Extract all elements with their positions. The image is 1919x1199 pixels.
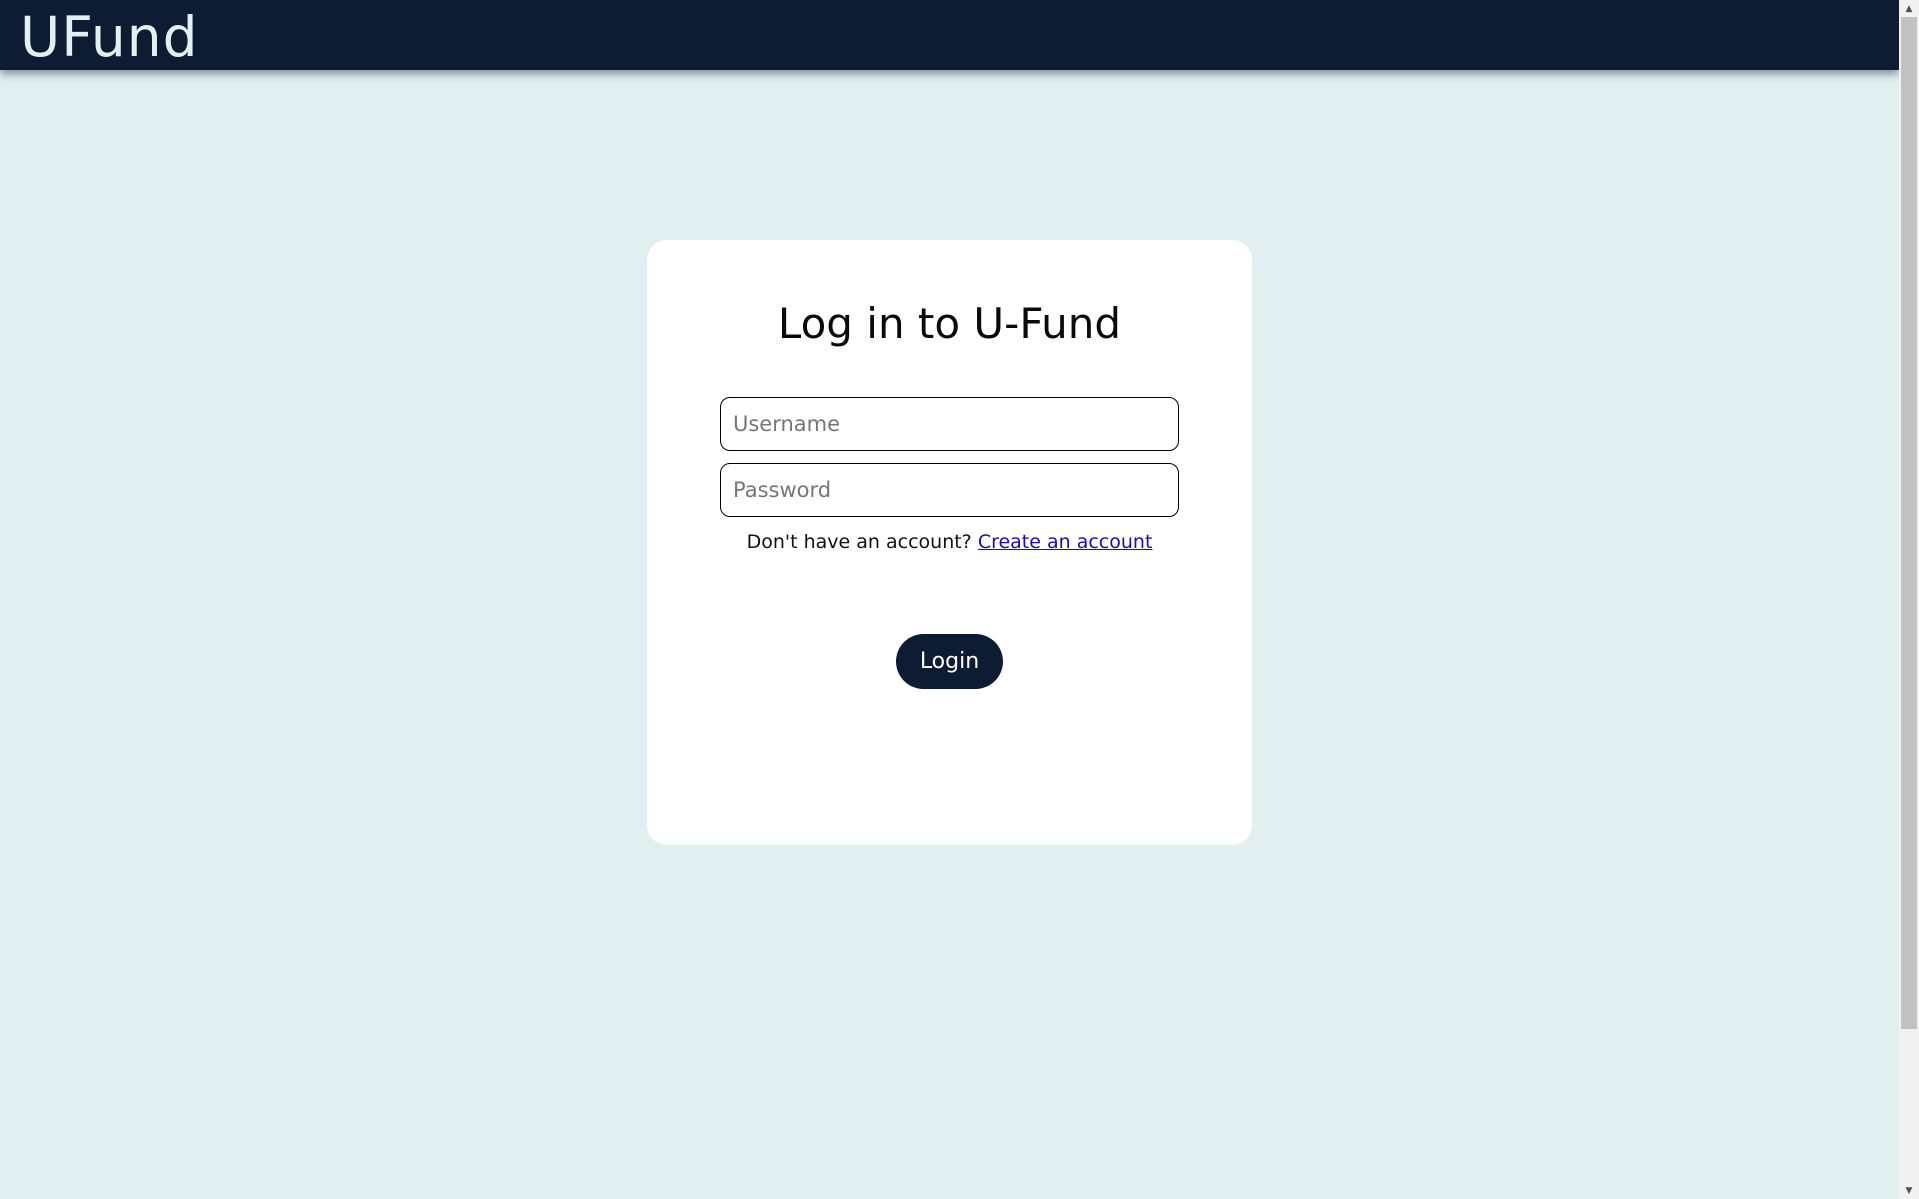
brand-logo[interactable]: UFund [20, 2, 199, 72]
signup-prompt-text: Don't have an account? [746, 531, 972, 553]
username-input[interactable] [720, 397, 1179, 451]
signup-prompt-row: Don't have an account? Create an account [0, 530, 1899, 554]
top-navbar: UFund [0, 0, 1899, 70]
arrow-down-icon[interactable]: ▼ [1899, 1182, 1919, 1199]
create-account-link[interactable]: Create an account [978, 531, 1153, 553]
login-title: Log in to U-Fund [777, 299, 1122, 348]
password-input[interactable] [720, 463, 1179, 517]
login-button[interactable]: Login [896, 634, 1003, 689]
arrow-up-icon[interactable]: ▲ [1899, 0, 1919, 17]
vertical-scrollbar[interactable]: ▲ ▼ [1899, 0, 1919, 1199]
scrollbar-thumb[interactable] [1901, 17, 1917, 1029]
